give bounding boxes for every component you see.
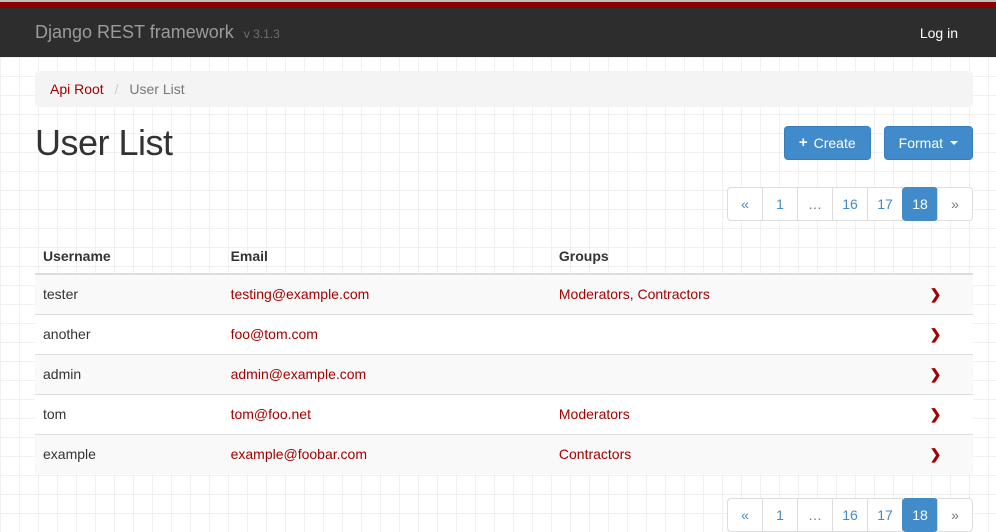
pagination-page-16[interactable]: 16 [832, 187, 868, 221]
email-link[interactable]: foo@tom.com [231, 326, 318, 342]
breadcrumb-separator: / [108, 81, 126, 97]
caret-down-icon [950, 141, 958, 145]
column-header-username: Username [35, 239, 223, 274]
navbar: Django REST framework v 3.1.3 Log in [0, 8, 996, 57]
pagination-page-17[interactable]: 17 [867, 498, 903, 532]
user-table-header: Username Email Groups [35, 239, 973, 274]
create-button[interactable]: + Create [784, 126, 871, 160]
column-header-groups: Groups [551, 239, 898, 274]
user-table: Username Email Groups tester testing@exa… [35, 239, 973, 474]
breadcrumb: Api Root / User List [35, 71, 973, 107]
action-buttons: + Create Format [784, 126, 973, 160]
breadcrumb-api-root-link[interactable]: Api Root [50, 81, 104, 97]
column-header-email: Email [223, 239, 551, 274]
plus-icon: + [799, 133, 808, 153]
pagination-page-18-active[interactable]: 18 [902, 498, 938, 532]
top-pagination-row: « 1 … 16 17 18 » [35, 187, 973, 221]
create-button-label: Create [814, 133, 856, 153]
table-row: tom tom@foo.net Moderators ❯ [35, 394, 973, 434]
pagination-page-18-active[interactable]: 18 [902, 187, 938, 221]
version-label: v 3.1.3 [244, 27, 280, 41]
page-title: User List [35, 123, 173, 163]
format-button-label: Format [899, 133, 943, 153]
top-accent-bar [0, 0, 996, 8]
column-header-detail [898, 239, 973, 274]
table-row: admin admin@example.com ❯ [35, 354, 973, 394]
pagination-page-17[interactable]: 17 [867, 187, 903, 221]
pagination-first[interactable]: « [727, 187, 763, 221]
pagination-next: » [937, 187, 973, 221]
pagination-first[interactable]: « [727, 498, 763, 532]
groups-link[interactable]: Moderators [559, 406, 630, 422]
chevron-right-icon[interactable]: ❯ [930, 406, 942, 422]
page-header: User List + Create Format [35, 115, 973, 171]
email-link[interactable]: tom@foo.net [231, 406, 311, 422]
table-row: tester testing@example.com Moderators, C… [35, 274, 973, 315]
groups-link[interactable]: Contractors [559, 446, 631, 462]
groups-link[interactable]: Moderators, Contractors [559, 286, 710, 302]
login-link[interactable]: Log in [920, 25, 958, 41]
table-row: another foo@tom.com ❯ [35, 314, 973, 354]
pagination-page-1[interactable]: 1 [762, 498, 798, 532]
brand-link[interactable]: Django REST framework v 3.1.3 [35, 22, 280, 43]
username-cell: example [35, 434, 223, 474]
pagination-next: » [937, 498, 973, 532]
main-container: Api Root / User List User List + Create … [35, 71, 973, 532]
brand-title: Django REST framework [35, 22, 234, 42]
username-cell: tom [35, 394, 223, 434]
email-link[interactable]: admin@example.com [231, 366, 367, 382]
pagination-page-16[interactable]: 16 [832, 498, 868, 532]
format-dropdown-button[interactable]: Format [884, 126, 973, 160]
username-cell: tester [35, 274, 223, 315]
bottom-pagination-row: « 1 … 16 17 18 » [35, 498, 973, 532]
table-row: example example@foobar.com Contractors ❯ [35, 434, 973, 474]
pagination-bottom: « 1 … 16 17 18 » [727, 498, 973, 532]
chevron-right-icon[interactable]: ❯ [930, 326, 942, 342]
chevron-right-icon[interactable]: ❯ [930, 286, 942, 302]
chevron-right-icon[interactable]: ❯ [930, 446, 942, 462]
email-link[interactable]: testing@example.com [231, 286, 370, 302]
username-cell: another [35, 314, 223, 354]
chevron-right-icon[interactable]: ❯ [930, 366, 942, 382]
pagination-ellipsis: … [797, 498, 833, 532]
email-link[interactable]: example@foobar.com [231, 446, 367, 462]
pagination-page-1[interactable]: 1 [762, 187, 798, 221]
username-cell: admin [35, 354, 223, 394]
pagination-ellipsis: … [797, 187, 833, 221]
pagination-top: « 1 … 16 17 18 » [727, 187, 973, 221]
breadcrumb-current: User List [129, 81, 184, 97]
